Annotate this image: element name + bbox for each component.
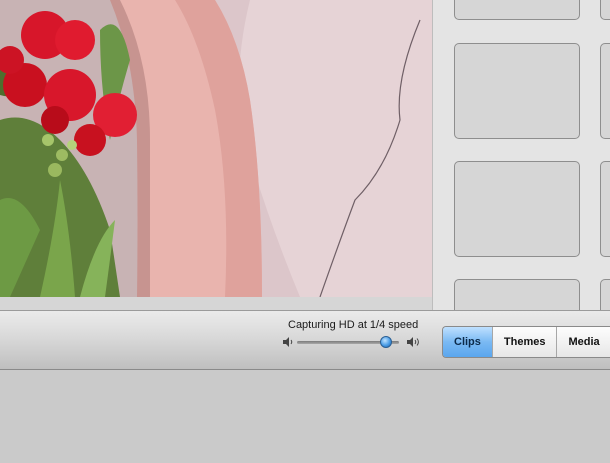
clip-thumbnail[interactable] bbox=[600, 0, 610, 20]
browser-tabs: Clips Themes Media bbox=[442, 326, 610, 358]
tab-themes[interactable]: Themes bbox=[492, 327, 558, 357]
empty-panel bbox=[0, 370, 610, 463]
tab-media[interactable]: Media bbox=[557, 327, 610, 357]
clip-thumbnail[interactable] bbox=[600, 43, 610, 139]
speaker-high-icon[interactable] bbox=[406, 335, 421, 353]
preview-image bbox=[0, 0, 432, 297]
clip-thumbnail[interactable] bbox=[454, 0, 580, 20]
tab-clips[interactable]: Clips bbox=[443, 327, 493, 357]
clip-thumbnail[interactable] bbox=[454, 161, 580, 257]
video-preview[interactable] bbox=[0, 0, 432, 297]
volume-slider-knob[interactable] bbox=[379, 336, 392, 348]
preview-bottom-strip bbox=[0, 297, 432, 310]
speaker-low-icon[interactable] bbox=[282, 335, 294, 353]
clip-thumbnail[interactable] bbox=[454, 43, 580, 139]
capture-status: Capturing HD at 1/4 speed bbox=[288, 319, 419, 331]
clip-thumbnail[interactable] bbox=[454, 279, 580, 310]
clip-thumbnail[interactable] bbox=[600, 161, 610, 257]
clip-browser bbox=[432, 0, 610, 310]
toolbar: Capturing HD at 1/4 speed Clips Themes M… bbox=[0, 310, 610, 370]
clip-thumbnail[interactable] bbox=[600, 279, 610, 310]
